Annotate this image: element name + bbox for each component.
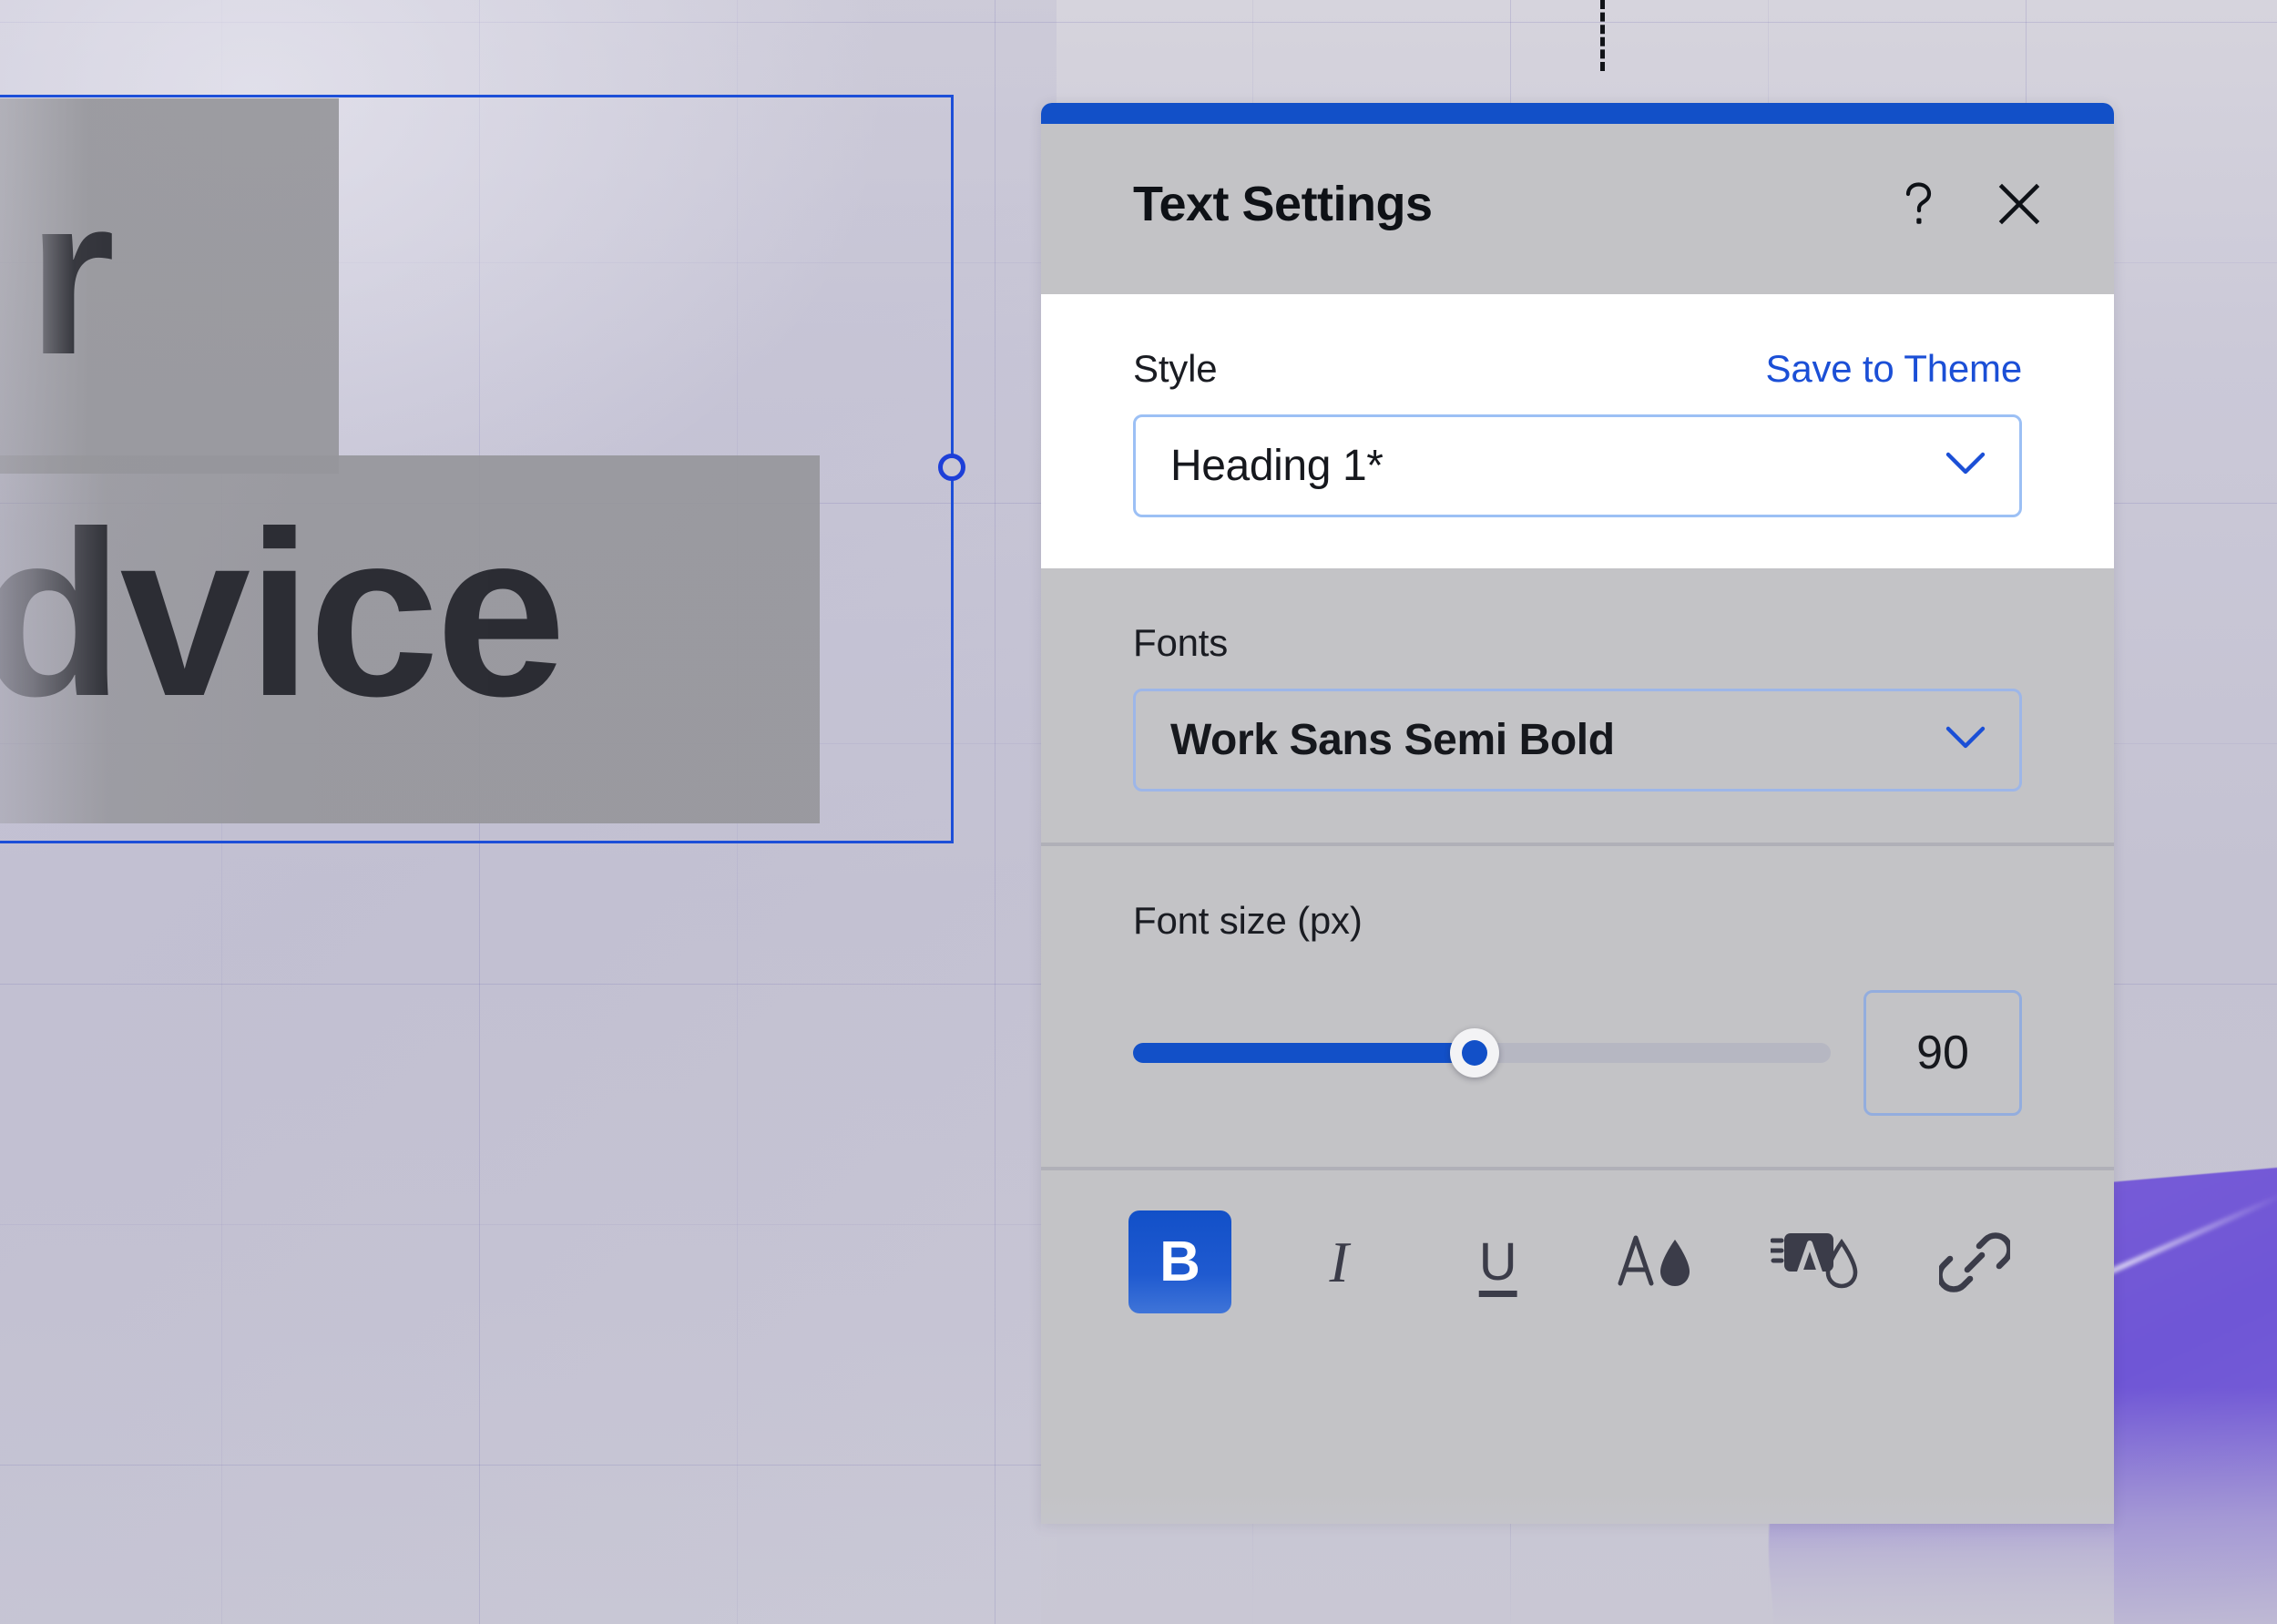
slider-thumb[interactable] xyxy=(1450,1028,1500,1078)
style-select[interactable]: Heading 1* xyxy=(1133,414,2022,517)
panel-title: Text Settings xyxy=(1133,177,1433,231)
style-select-value: Heading 1* xyxy=(1170,442,1384,490)
fonts-label-row: Fonts xyxy=(1133,621,2022,665)
question-mark-icon xyxy=(1905,182,1932,224)
chevron-down-icon xyxy=(1945,450,1986,482)
style-label-row: Style Save to Theme xyxy=(1133,347,2022,391)
bold-icon: B xyxy=(1159,1230,1200,1293)
highlight-color-icon xyxy=(1770,1232,1858,1288)
screen: r dvice Text Settings Style Save to Them… xyxy=(0,0,2277,1624)
text-settings-panel: Text Settings Style Save to Theme Headin… xyxy=(1041,103,2114,1524)
font-size-input[interactable]: 90 xyxy=(1863,990,2022,1116)
alignment-guide-dashed xyxy=(1600,0,1605,71)
slider-fill xyxy=(1133,1043,1475,1063)
save-to-theme-link[interactable]: Save to Theme xyxy=(1766,347,2023,391)
fonts-label: Fonts xyxy=(1133,621,1229,664)
formatting-toolbar: B I U xyxy=(1041,1170,2114,1313)
close-button[interactable] xyxy=(1996,180,2043,228)
font-size-section: Font size (px) 90 xyxy=(1041,846,2114,1167)
link-button[interactable] xyxy=(1924,1210,2027,1313)
text-color-icon xyxy=(1618,1235,1690,1286)
underline-icon: U xyxy=(1478,1231,1517,1292)
highlight-color-button[interactable] xyxy=(1764,1210,1867,1313)
panel-accent-bar xyxy=(1041,103,2114,124)
chevron-down-icon xyxy=(1945,724,1986,756)
link-icon xyxy=(1939,1231,2011,1292)
text-color-button[interactable] xyxy=(1606,1210,1709,1313)
font-size-label: Font size (px) xyxy=(1133,899,1363,942)
italic-button[interactable]: I xyxy=(1288,1210,1391,1313)
panel-header-actions xyxy=(1895,180,2043,228)
italic-icon: I xyxy=(1329,1229,1349,1294)
underline-button[interactable]: U xyxy=(1446,1210,1549,1313)
bold-button[interactable]: B xyxy=(1128,1210,1231,1313)
panel-header: Text Settings xyxy=(1041,124,2114,294)
font-size-controls: 90 xyxy=(1133,990,2022,1116)
style-section: Style Save to Theme Heading 1* xyxy=(1041,294,2114,568)
font-family-value: Work Sans Semi Bold xyxy=(1170,716,1615,764)
resize-handle[interactable] xyxy=(938,454,965,481)
close-icon xyxy=(1998,183,2040,225)
font-size-label-row: Font size (px) xyxy=(1133,899,2022,943)
help-button[interactable] xyxy=(1895,180,1943,228)
text-selection-box[interactable] xyxy=(0,95,954,843)
style-label: Style xyxy=(1133,347,1218,390)
font-size-slider[interactable] xyxy=(1133,1012,1831,1094)
fonts-section: Fonts Work Sans Semi Bold xyxy=(1041,568,2114,843)
font-family-select[interactable]: Work Sans Semi Bold xyxy=(1133,689,2022,792)
